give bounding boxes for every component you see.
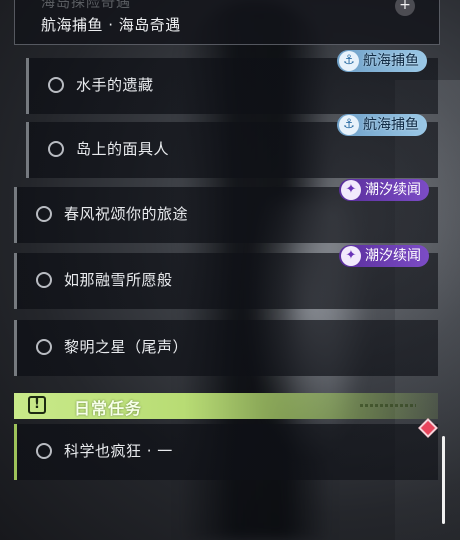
quest-status-circle-icon: [36, 272, 52, 288]
sparkle-icon: ✦: [341, 180, 361, 200]
quest-status-circle-icon: [36, 339, 52, 355]
quest-label: 黎明之星（尾声）: [64, 338, 189, 356]
quest-status-circle-icon: [36, 206, 52, 222]
quest-group-title: 航海捕鱼 · 海岛奇遇: [41, 16, 181, 34]
quest-status-circle-icon: [36, 443, 52, 459]
header-decoration: [360, 404, 416, 407]
event-tag-label: 航海捕鱼: [363, 53, 419, 69]
event-tag-label: 潮汐续闻: [365, 248, 421, 264]
event-tag-fish: ⚓ 航海捕鱼: [337, 50, 427, 72]
plus-icon[interactable]: +: [395, 0, 415, 16]
previous-group-title: 海岛探险奇遇: [41, 0, 131, 11]
event-tag-label: 潮汐续闻: [365, 182, 421, 198]
quest-group-header[interactable]: 海岛探险奇遇 航海捕鱼 · 海岛奇遇 +: [14, 0, 440, 45]
quest-label: 科学也疯狂 · 一: [64, 442, 173, 460]
anchor-icon: ⚓: [339, 115, 359, 135]
warning-icon: !: [28, 396, 46, 414]
quest-label: 水手的遗藏: [76, 76, 154, 94]
event-tag-fish: ⚓ 航海捕鱼: [337, 114, 427, 136]
anchor-icon: ⚓: [339, 51, 359, 71]
quest-status-circle-icon: [48, 77, 64, 93]
scrollbar[interactable]: [442, 436, 445, 524]
quest-status-circle-icon: [48, 141, 64, 157]
event-tag-tide: ✦ 潮汐续闻: [339, 179, 429, 201]
daily-quests-title: 日常任务: [74, 399, 143, 418]
quest-label: 如那融雪所愿般: [64, 271, 173, 289]
event-tag-tide: ✦ 潮汐续闻: [339, 245, 429, 267]
quest-item-5[interactable]: 黎明之星（尾声）: [14, 320, 438, 376]
sparkle-icon: ✦: [341, 246, 361, 266]
daily-quest-item-1[interactable]: 科学也疯狂 · 一: [14, 424, 438, 480]
quest-label: 岛上的面具人: [76, 140, 170, 158]
event-tag-label: 航海捕鱼: [363, 117, 419, 133]
quest-label: 春风祝颂你的旅途: [64, 205, 189, 223]
daily-quests-header[interactable]: ! 日常任务: [14, 393, 438, 419]
